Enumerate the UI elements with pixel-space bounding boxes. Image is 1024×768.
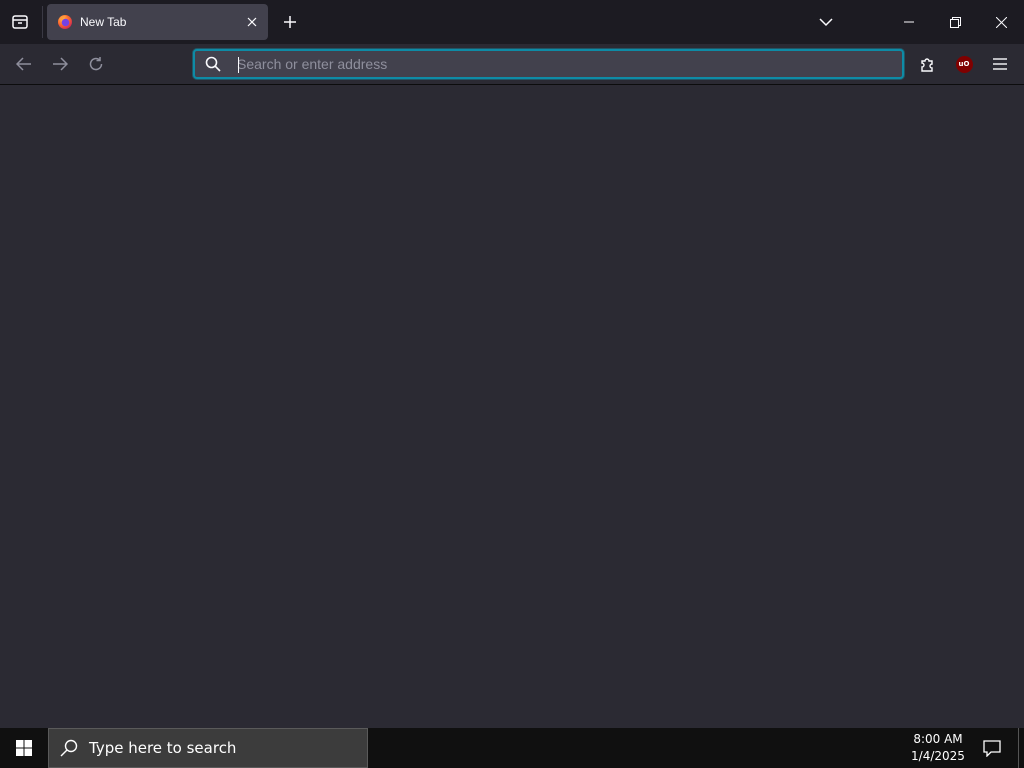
firefox-view-icon xyxy=(12,15,28,29)
tab-close-button[interactable] xyxy=(240,10,264,34)
restore-icon xyxy=(949,16,961,28)
search-icon xyxy=(49,739,89,757)
windows-taskbar: Type here to search 8:00 AM 1/4/2025 xyxy=(0,728,1024,768)
chevron-down-icon xyxy=(819,18,833,27)
clock-date: 1/4/2025 xyxy=(911,749,965,763)
show-desktop-button[interactable] xyxy=(1018,728,1024,768)
reload-icon xyxy=(89,57,103,71)
puzzle-piece-icon xyxy=(921,58,933,72)
firefox-icon xyxy=(58,15,72,29)
back-button[interactable] xyxy=(8,48,40,80)
system-clock[interactable]: 8:00 AM 1/4/2025 xyxy=(904,728,972,768)
taskbar-search-placeholder: Type here to search xyxy=(89,739,237,757)
minimize-button[interactable] xyxy=(886,0,932,44)
forward-button[interactable] xyxy=(44,48,76,80)
start-button[interactable] xyxy=(0,728,48,768)
hamburger-menu-icon xyxy=(993,58,1007,70)
tab-new-tab[interactable]: New Tab xyxy=(47,4,268,40)
ublock-origin-icon: uO xyxy=(955,55,973,73)
navigation-toolbar: uO xyxy=(0,44,1024,85)
tab-title: New Tab xyxy=(80,15,127,29)
windows-logo-icon xyxy=(16,740,32,756)
new-tab-button[interactable] xyxy=(274,6,306,38)
address-input[interactable] xyxy=(231,51,902,77)
tab-bar: New Tab xyxy=(0,0,1024,44)
plus-icon xyxy=(284,16,296,28)
notification-icon xyxy=(983,739,1001,757)
tab-separator xyxy=(42,6,43,38)
ublock-origin-button[interactable]: uO xyxy=(948,48,980,80)
taskbar-search-box[interactable]: Type here to search xyxy=(48,728,368,768)
minimize-icon xyxy=(904,21,914,23)
page-content xyxy=(0,86,1024,728)
close-icon xyxy=(995,16,1007,28)
action-center-button[interactable] xyxy=(974,728,1010,768)
arrow-right-icon xyxy=(53,57,68,71)
list-all-tabs-button[interactable] xyxy=(810,6,842,38)
text-caret xyxy=(238,57,239,73)
restore-button[interactable] xyxy=(932,0,978,44)
reload-button[interactable] xyxy=(80,48,112,80)
app-menu-button[interactable] xyxy=(984,48,1016,80)
arrow-left-icon xyxy=(16,57,31,71)
firefox-view-button[interactable] xyxy=(4,6,36,38)
search-icon xyxy=(195,51,231,77)
clock-time: 8:00 AM xyxy=(913,732,963,746)
window-close-button[interactable] xyxy=(978,0,1024,44)
close-icon xyxy=(247,17,257,27)
url-bar[interactable] xyxy=(193,49,904,79)
extensions-button[interactable] xyxy=(912,48,944,80)
